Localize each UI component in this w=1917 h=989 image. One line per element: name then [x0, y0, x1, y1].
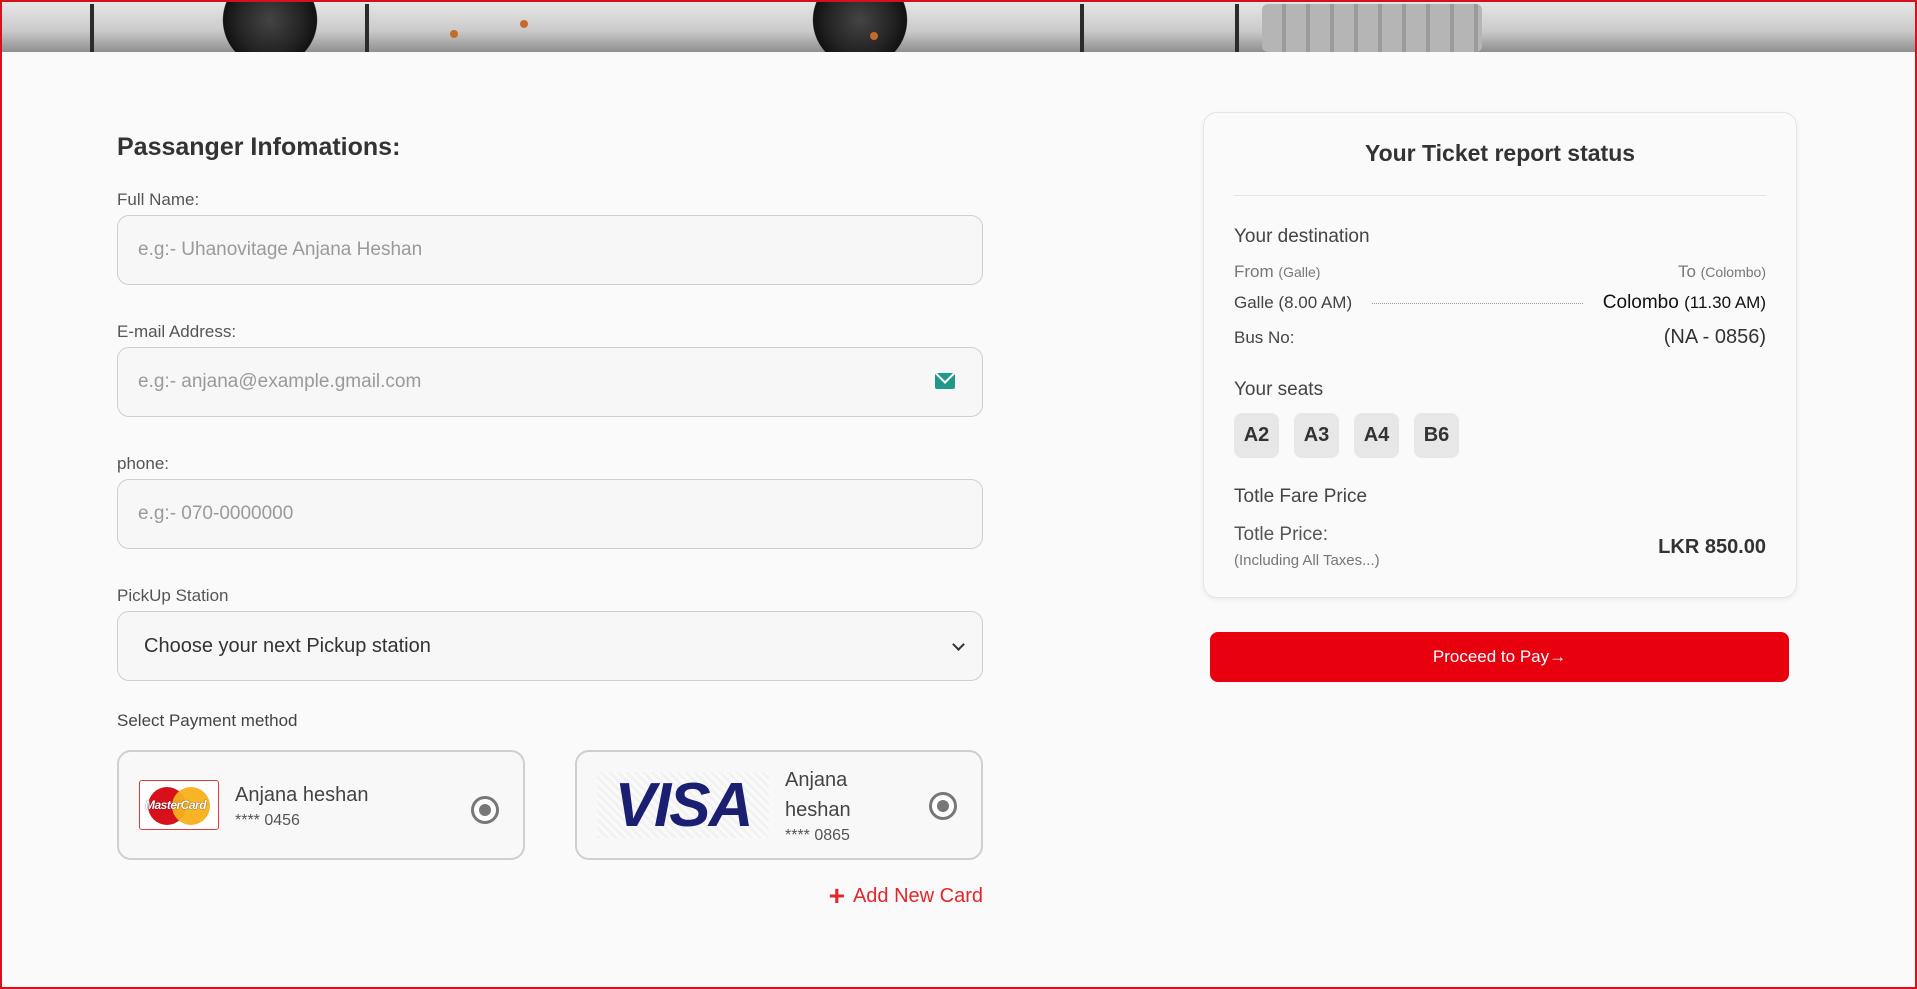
card-number: **** 0456: [235, 812, 300, 829]
rivet-graphic: [520, 20, 528, 28]
email-wrapper: [117, 347, 983, 417]
plus-icon: +: [828, 880, 845, 911]
pole-graphic: [90, 4, 94, 52]
full-name-input[interactable]: [117, 215, 983, 285]
seat-badge: A3: [1294, 413, 1339, 458]
ticket-summary-card: Your Ticket report status Your destinati…: [1203, 112, 1797, 598]
full-name-wrapper: [117, 215, 983, 285]
pickup-label: PickUp Station: [117, 586, 229, 605]
pole-graphic: [1080, 4, 1084, 52]
email-input[interactable]: [117, 347, 983, 417]
mastercard-logo-icon: MasterCard: [139, 780, 219, 830]
pole-graphic: [365, 4, 369, 52]
pickup-wrapper: Choose your next Pickup station: [117, 611, 983, 681]
card-holder-name: Anjana heshan: [235, 784, 369, 806]
seat-list: A2 A3 A4 B6: [1234, 413, 1766, 458]
payment-method-label: Select Payment method: [117, 711, 298, 730]
phone-input[interactable]: [117, 479, 983, 549]
mastercard-radio[interactable]: [471, 796, 499, 824]
phone-label: phone:: [117, 454, 169, 473]
fare-heading: Totle Fare Price: [1234, 486, 1368, 507]
visa-option[interactable]: VISA Anjana heshan **** 0865: [575, 750, 983, 860]
mail-icon: [935, 373, 955, 389]
tax-note: (Including All Taxes...): [1234, 552, 1380, 569]
email-label: E-mail Address:: [117, 322, 237, 341]
bus-grill-graphic: [1262, 4, 1482, 52]
from-to-row: From (Galle) To (Colombo): [1234, 262, 1766, 282]
arrival-time: Colombo (11.30 AM): [1602, 292, 1766, 313]
pole-graphic: [1235, 4, 1239, 52]
bus-row: Bus No: (NA - 0856): [1234, 326, 1766, 349]
seats-heading: Your seats: [1234, 379, 1324, 400]
visa-logo-icon: VISA: [597, 771, 769, 840]
total-price-value: LKR 850.00: [1658, 536, 1766, 558]
payment-cards: MasterCard Anjana heshan **** 0456 VISA …: [117, 750, 983, 860]
seat-badge: A4: [1354, 413, 1399, 458]
header-banner-image: [0, 0, 1917, 52]
to-label: To (Colombo): [1677, 262, 1766, 281]
summary-title: Your Ticket report status: [1234, 140, 1766, 196]
route-line: [1372, 302, 1583, 304]
rivet-graphic: [450, 30, 458, 38]
form-title: Passanger Infomations:: [117, 133, 401, 161]
bus-wheel-graphic: [210, 0, 330, 52]
card-holder-name: Anjana heshan: [785, 769, 851, 821]
bus-no-value: (NA - 0856): [1663, 326, 1766, 348]
proceed-to-pay-button[interactable]: Proceed to Pay→: [1210, 632, 1789, 682]
fare-row: Totle Price: (Including All Taxes...) LK…: [1234, 524, 1766, 569]
card-number: **** 0865: [785, 827, 850, 844]
seat-badge: A2: [1234, 413, 1279, 458]
route-times-row: Galle (8.00 AM) Colombo (11.30 AM): [1234, 292, 1766, 314]
pickup-selected-value: Choose your next Pickup station: [144, 634, 431, 657]
pickup-station-select[interactable]: Choose your next Pickup station: [117, 611, 983, 681]
from-label: From (Galle): [1234, 262, 1321, 281]
passenger-form: Passanger Infomations: Full Name: E-mail…: [117, 133, 983, 912]
full-name-label: Full Name:: [117, 190, 200, 209]
add-new-card-label: Add New Card: [852, 885, 983, 907]
departure-time: Galle (8.00 AM): [1234, 293, 1353, 312]
phone-wrapper: [117, 479, 983, 549]
visa-radio[interactable]: [929, 792, 957, 820]
add-new-card-link[interactable]: + Add New Card: [117, 880, 983, 912]
mastercard-option[interactable]: MasterCard Anjana heshan **** 0456: [117, 750, 525, 860]
bus-no-label: Bus No:: [1234, 327, 1295, 347]
total-price-label: Totle Price:: [1234, 524, 1328, 545]
bus-wheel-graphic: [800, 0, 920, 52]
destination-heading: Your destination: [1234, 226, 1370, 247]
seat-badge: B6: [1414, 413, 1459, 458]
rivet-graphic: [870, 32, 878, 40]
